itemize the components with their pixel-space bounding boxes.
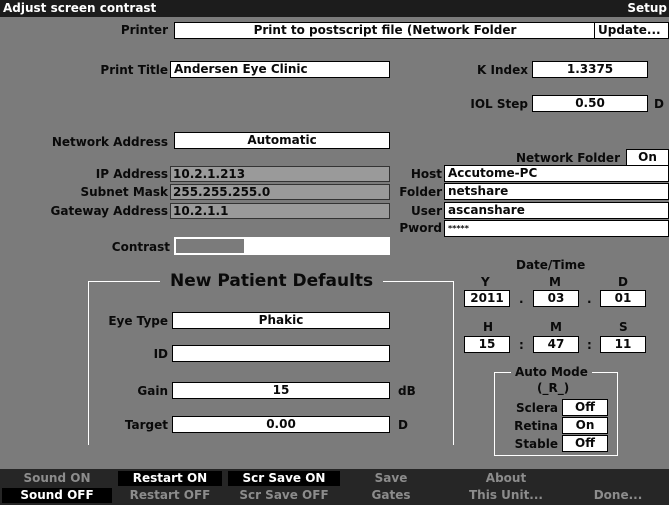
print-title-field[interactable]: Andersen Eye Clinic (170, 61, 390, 78)
mode-label: Setup (627, 1, 667, 15)
gateway-address-field: 10.2.1.1 (170, 203, 390, 219)
iol-step-unit: D (654, 97, 664, 111)
stable-toggle[interactable]: Off (562, 435, 608, 452)
patient-defaults-title: New Patient Defaults (160, 270, 384, 292)
year-field[interactable]: 2011 (464, 290, 510, 307)
print-title-label: Print Title (100, 63, 168, 77)
scr-save-off-button[interactable]: Scr Save OFF (228, 488, 340, 503)
window-title: Adjust screen contrast (3, 1, 157, 15)
day-col-label: D (618, 275, 628, 289)
contrast-label: Contrast (111, 240, 170, 254)
folder-field[interactable]: netshare (444, 183, 669, 200)
k-index-field[interactable]: 1.3375 (532, 61, 648, 78)
about-label[interactable]: About (456, 471, 556, 486)
minute-field[interactable]: 47 (533, 336, 579, 353)
gates-label[interactable]: Gates (356, 488, 426, 503)
time-separator-2: : (587, 338, 592, 352)
pword-label: Pword (399, 221, 442, 235)
network-folder-toggle[interactable]: On (626, 149, 669, 166)
sclera-toggle[interactable]: Off (562, 399, 608, 416)
year-col-label: Y (481, 275, 490, 289)
user-label: User (411, 204, 442, 218)
printer-select[interactable]: Print to postscript file (Network Folder (174, 22, 596, 39)
ip-address-field: 10.2.1.213 (170, 166, 390, 182)
update-button[interactable]: Update... (594, 22, 669, 39)
auto-mode-title: Auto Mode (511, 364, 592, 380)
retina-label: Retina (514, 419, 558, 433)
save-label[interactable]: Save (356, 471, 426, 486)
sound-on-button[interactable]: Sound ON (2, 471, 112, 486)
done-button[interactable]: Done... (578, 488, 658, 503)
gateway-address-label: Gateway Address (50, 204, 168, 218)
time-separator-1: : (519, 338, 524, 352)
date-separator-2: . (587, 292, 592, 306)
second-col-label: S (619, 320, 628, 334)
minute-col-label: M (550, 320, 562, 334)
gain-unit: dB (398, 384, 416, 398)
hour-col-label: H (483, 320, 494, 334)
subnet-mask-field: 255.255.255.0 (170, 184, 390, 200)
date-separator-1: . (519, 292, 524, 306)
network-address-label: Network Address (51, 135, 168, 149)
printer-label: Printer (120, 23, 168, 37)
target-label: Target (124, 418, 168, 432)
host-field[interactable]: Accutome-PC (444, 165, 669, 182)
iol-step-field[interactable]: 0.50 (532, 95, 648, 112)
pword-field[interactable]: ***** (444, 220, 669, 237)
user-field[interactable]: ascanshare (444, 202, 669, 219)
retina-toggle[interactable]: On (562, 417, 608, 434)
month-field[interactable]: 03 (533, 290, 579, 307)
id-field[interactable] (172, 345, 390, 362)
eye-type-label: Eye Type (108, 314, 168, 328)
gain-label: Gain (137, 384, 168, 398)
iol-step-label: IOL Step (470, 97, 528, 111)
target-unit: D (398, 418, 408, 432)
network-folder-label: Network Folder (515, 151, 620, 165)
contrast-slider[interactable] (174, 237, 390, 255)
softkey-bar: Sound ON Sound OFF Restart ON Restart OF… (0, 469, 669, 505)
contrast-slider-unfilled (176, 239, 244, 253)
restart-off-button[interactable]: Restart OFF (118, 488, 222, 503)
scr-save-on-button[interactable]: Scr Save ON (228, 471, 340, 486)
sound-off-button[interactable]: Sound OFF (2, 488, 112, 503)
auto-mode-indicator: (_R_) (537, 381, 570, 395)
ip-address-label: IP Address (95, 167, 168, 181)
hour-field[interactable]: 15 (464, 336, 510, 353)
subnet-mask-label: Subnet Mask (80, 185, 168, 199)
stable-label: Stable (514, 437, 558, 451)
eye-type-select[interactable]: Phakic (172, 312, 390, 329)
target-field[interactable]: 0.00 (172, 416, 390, 433)
this-unit-label[interactable]: This Unit... (456, 488, 556, 503)
k-index-label: K Index (477, 63, 528, 77)
day-field[interactable]: 01 (600, 290, 646, 307)
second-field[interactable]: 11 (600, 336, 646, 353)
id-label: ID (153, 347, 168, 361)
datetime-title: Date/Time (516, 258, 586, 272)
folder-label: Folder (399, 185, 442, 199)
gain-field[interactable]: 15 (172, 382, 390, 399)
restart-on-button[interactable]: Restart ON (118, 471, 222, 486)
month-col-label: M (549, 275, 561, 289)
sclera-label: Sclera (515, 401, 558, 415)
title-bar: Adjust screen contrast Setup (0, 0, 669, 17)
host-label: Host (410, 167, 442, 181)
network-address-select[interactable]: Automatic (174, 132, 390, 149)
